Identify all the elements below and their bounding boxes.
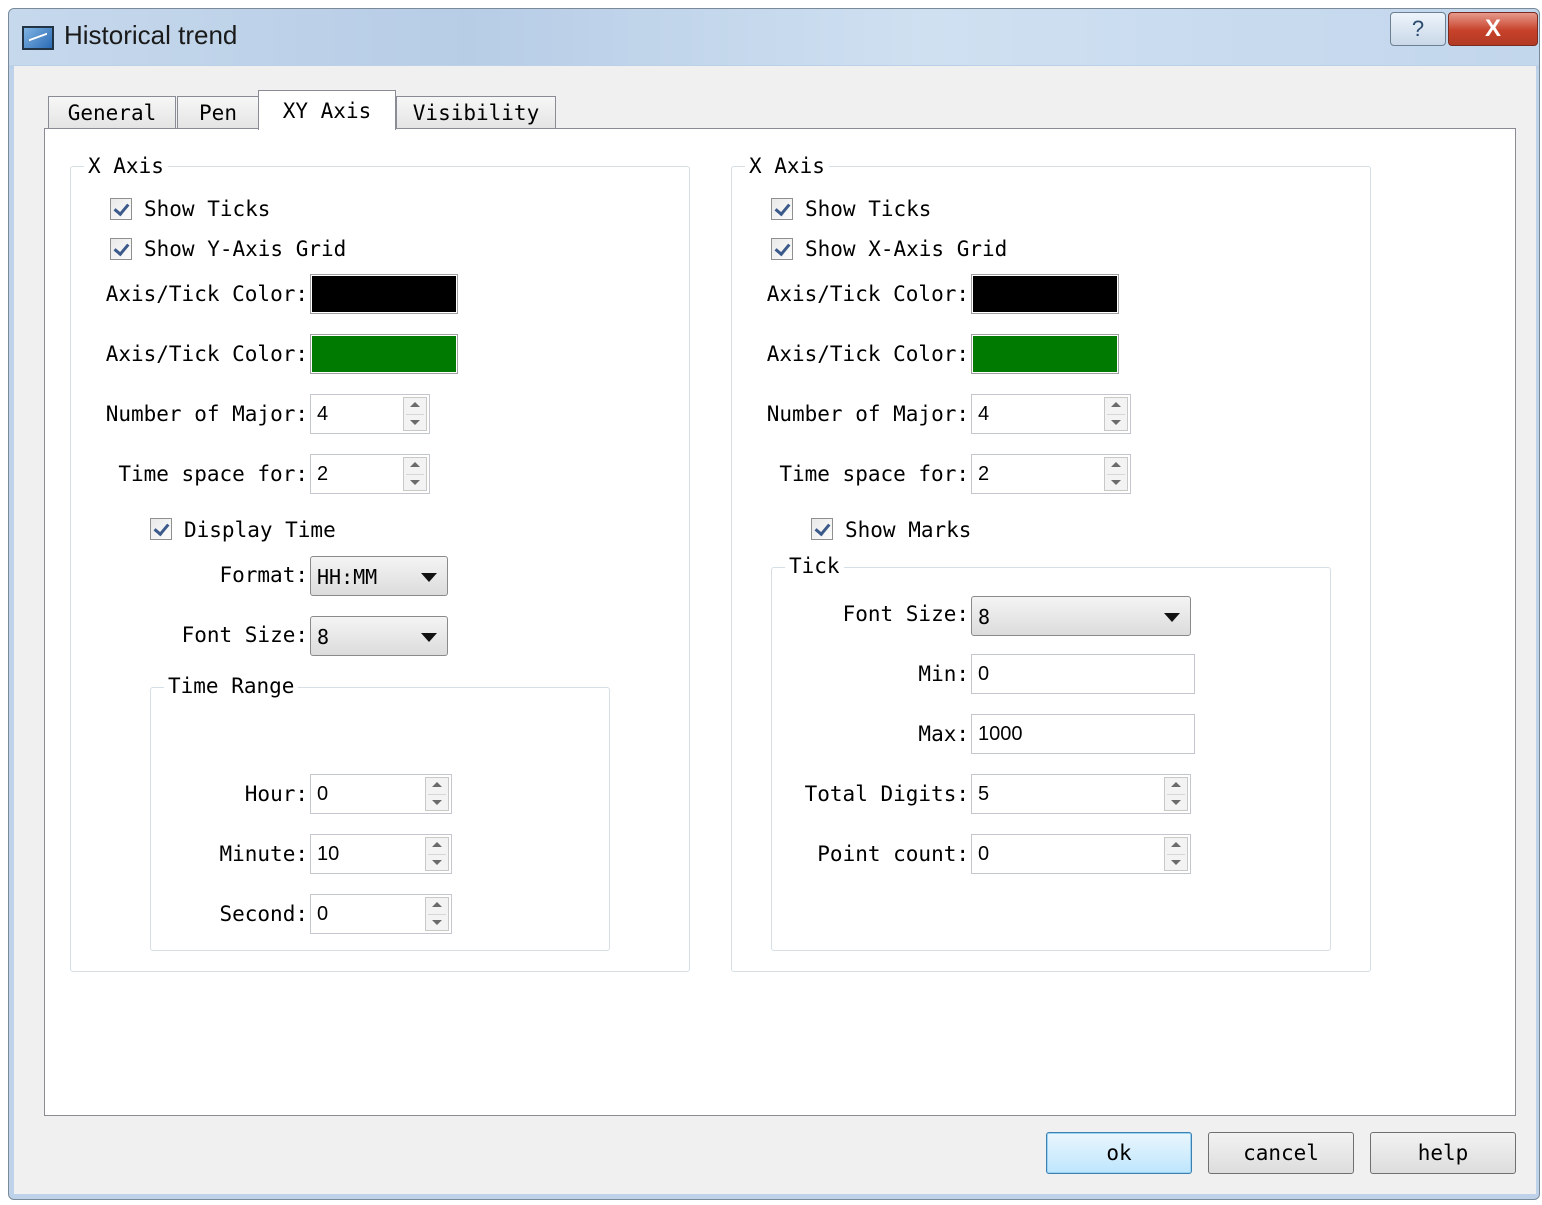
total-digits-value: 5 — [978, 783, 990, 805]
left-timespace-label: Time space for: — [118, 462, 308, 486]
tab-xy-axis[interactable]: XY Axis — [258, 90, 396, 130]
left-major-value: 4 — [317, 403, 329, 425]
close-button[interactable]: X — [1448, 12, 1538, 46]
left-fontsize-value: 8 — [317, 625, 330, 649]
left-timespace-spinbox[interactable]: 2 — [310, 454, 430, 494]
tab-pen[interactable]: Pen — [177, 96, 259, 130]
right-show-ticks-checkbox[interactable] — [771, 198, 793, 220]
min-value: 0 — [978, 663, 990, 685]
second-value: 0 — [317, 903, 329, 925]
spin-arrows-icon[interactable] — [425, 837, 449, 871]
max-input[interactable]: 1000 — [971, 714, 1195, 754]
left-show-grid-label: Show Y-Axis Grid — [144, 237, 347, 261]
tab-general[interactable]: General — [48, 96, 176, 130]
right-fontsize-value: 8 — [978, 605, 991, 629]
point-count-spinbox[interactable]: 0 — [971, 834, 1191, 874]
help-title-button[interactable]: ? — [1390, 12, 1446, 46]
point-count-label: Point count: — [817, 842, 969, 866]
left-show-grid-checkbox[interactable] — [110, 238, 132, 260]
left-fontsize-label: Font Size: — [181, 623, 308, 647]
spin-arrows-icon[interactable] — [425, 777, 449, 811]
format-dropdown[interactable]: HH:MM — [310, 556, 448, 596]
min-input[interactable]: 0 — [971, 654, 1195, 694]
left-show-ticks-label: Show Ticks — [144, 197, 271, 221]
spin-arrows-icon[interactable] — [1164, 777, 1188, 811]
left-show-ticks-checkbox[interactable] — [110, 198, 132, 220]
right-grid-color-label: Axis/Tick Color: — [766, 342, 969, 366]
tab-visibility[interactable]: Visibility — [396, 96, 556, 130]
window-title: Historical trend — [64, 20, 238, 50]
min-label: Min: — [918, 662, 969, 686]
format-value: HH:MM — [317, 565, 378, 589]
second-label: Second: — [219, 902, 308, 926]
left-axis-color-swatch[interactable] — [310, 274, 458, 314]
display-time-checkbox[interactable] — [150, 518, 172, 540]
time-range-title: Time Range — [164, 674, 299, 698]
chevron-down-icon — [421, 573, 437, 582]
point-count-value: 0 — [978, 843, 990, 865]
right-fontsize-dropdown[interactable]: 8 — [971, 596, 1191, 636]
spin-arrows-icon[interactable] — [425, 897, 449, 931]
left-major-label: Number of Major: — [105, 402, 308, 426]
chart-icon — [22, 26, 54, 50]
right-timespace-label: Time space for: — [779, 462, 969, 486]
left-timespace-value: 2 — [317, 463, 329, 485]
help-button[interactable]: help — [1370, 1132, 1516, 1174]
cancel-button[interactable]: cancel — [1208, 1132, 1354, 1174]
right-axis-color-swatch[interactable] — [971, 274, 1119, 314]
spin-arrows-icon[interactable] — [403, 397, 427, 431]
minute-value: 10 — [317, 843, 340, 865]
spin-arrows-icon[interactable] — [1164, 837, 1188, 871]
right-fontsize-label: Font Size: — [842, 602, 969, 626]
spin-arrows-icon[interactable] — [1104, 457, 1128, 491]
minute-spinbox[interactable]: 10 — [310, 834, 452, 874]
left-group-title: X Axis — [84, 154, 168, 178]
right-major-value: 4 — [978, 403, 990, 425]
max-value: 1000 — [978, 723, 1023, 745]
right-show-ticks-label: Show Ticks — [805, 197, 932, 221]
format-label: Format: — [219, 563, 308, 587]
right-grid-color-swatch[interactable] — [971, 334, 1119, 374]
hour-spinbox[interactable]: 0 — [310, 774, 452, 814]
show-marks-checkbox[interactable] — [811, 518, 833, 540]
right-group-title: X Axis — [745, 154, 829, 178]
right-show-grid-checkbox[interactable] — [771, 238, 793, 260]
second-spinbox[interactable]: 0 — [310, 894, 452, 934]
right-timespace-spinbox[interactable]: 2 — [971, 454, 1131, 494]
tick-group-title: Tick — [785, 554, 844, 578]
right-timespace-value: 2 — [978, 463, 990, 485]
max-label: Max: — [918, 722, 969, 746]
spin-arrows-icon[interactable] — [403, 457, 427, 491]
right-axis-color-label: Axis/Tick Color: — [766, 282, 969, 306]
total-digits-spinbox[interactable]: 5 — [971, 774, 1191, 814]
left-grid-color-swatch[interactable] — [310, 334, 458, 374]
minute-label: Minute: — [219, 842, 308, 866]
right-major-label: Number of Major: — [766, 402, 969, 426]
right-major-spinbox[interactable]: 4 — [971, 394, 1131, 434]
left-fontsize-dropdown[interactable]: 8 — [310, 616, 448, 656]
display-time-label: Display Time — [184, 518, 336, 542]
hour-value: 0 — [317, 783, 329, 805]
left-grid-color-label: Axis/Tick Color: — [105, 342, 308, 366]
spin-arrows-icon[interactable] — [1104, 397, 1128, 431]
right-show-grid-label: Show X-Axis Grid — [805, 237, 1008, 261]
chevron-down-icon — [1164, 613, 1180, 622]
ok-button[interactable]: ok — [1046, 1132, 1192, 1174]
chevron-down-icon — [421, 633, 437, 642]
show-marks-label: Show Marks — [845, 518, 972, 542]
title-bar[interactable] — [9, 9, 1539, 65]
hour-label: Hour: — [244, 782, 308, 806]
left-major-spinbox[interactable]: 4 — [310, 394, 430, 434]
left-axis-color-label: Axis/Tick Color: — [105, 282, 308, 306]
total-digits-label: Total Digits: — [804, 782, 969, 806]
